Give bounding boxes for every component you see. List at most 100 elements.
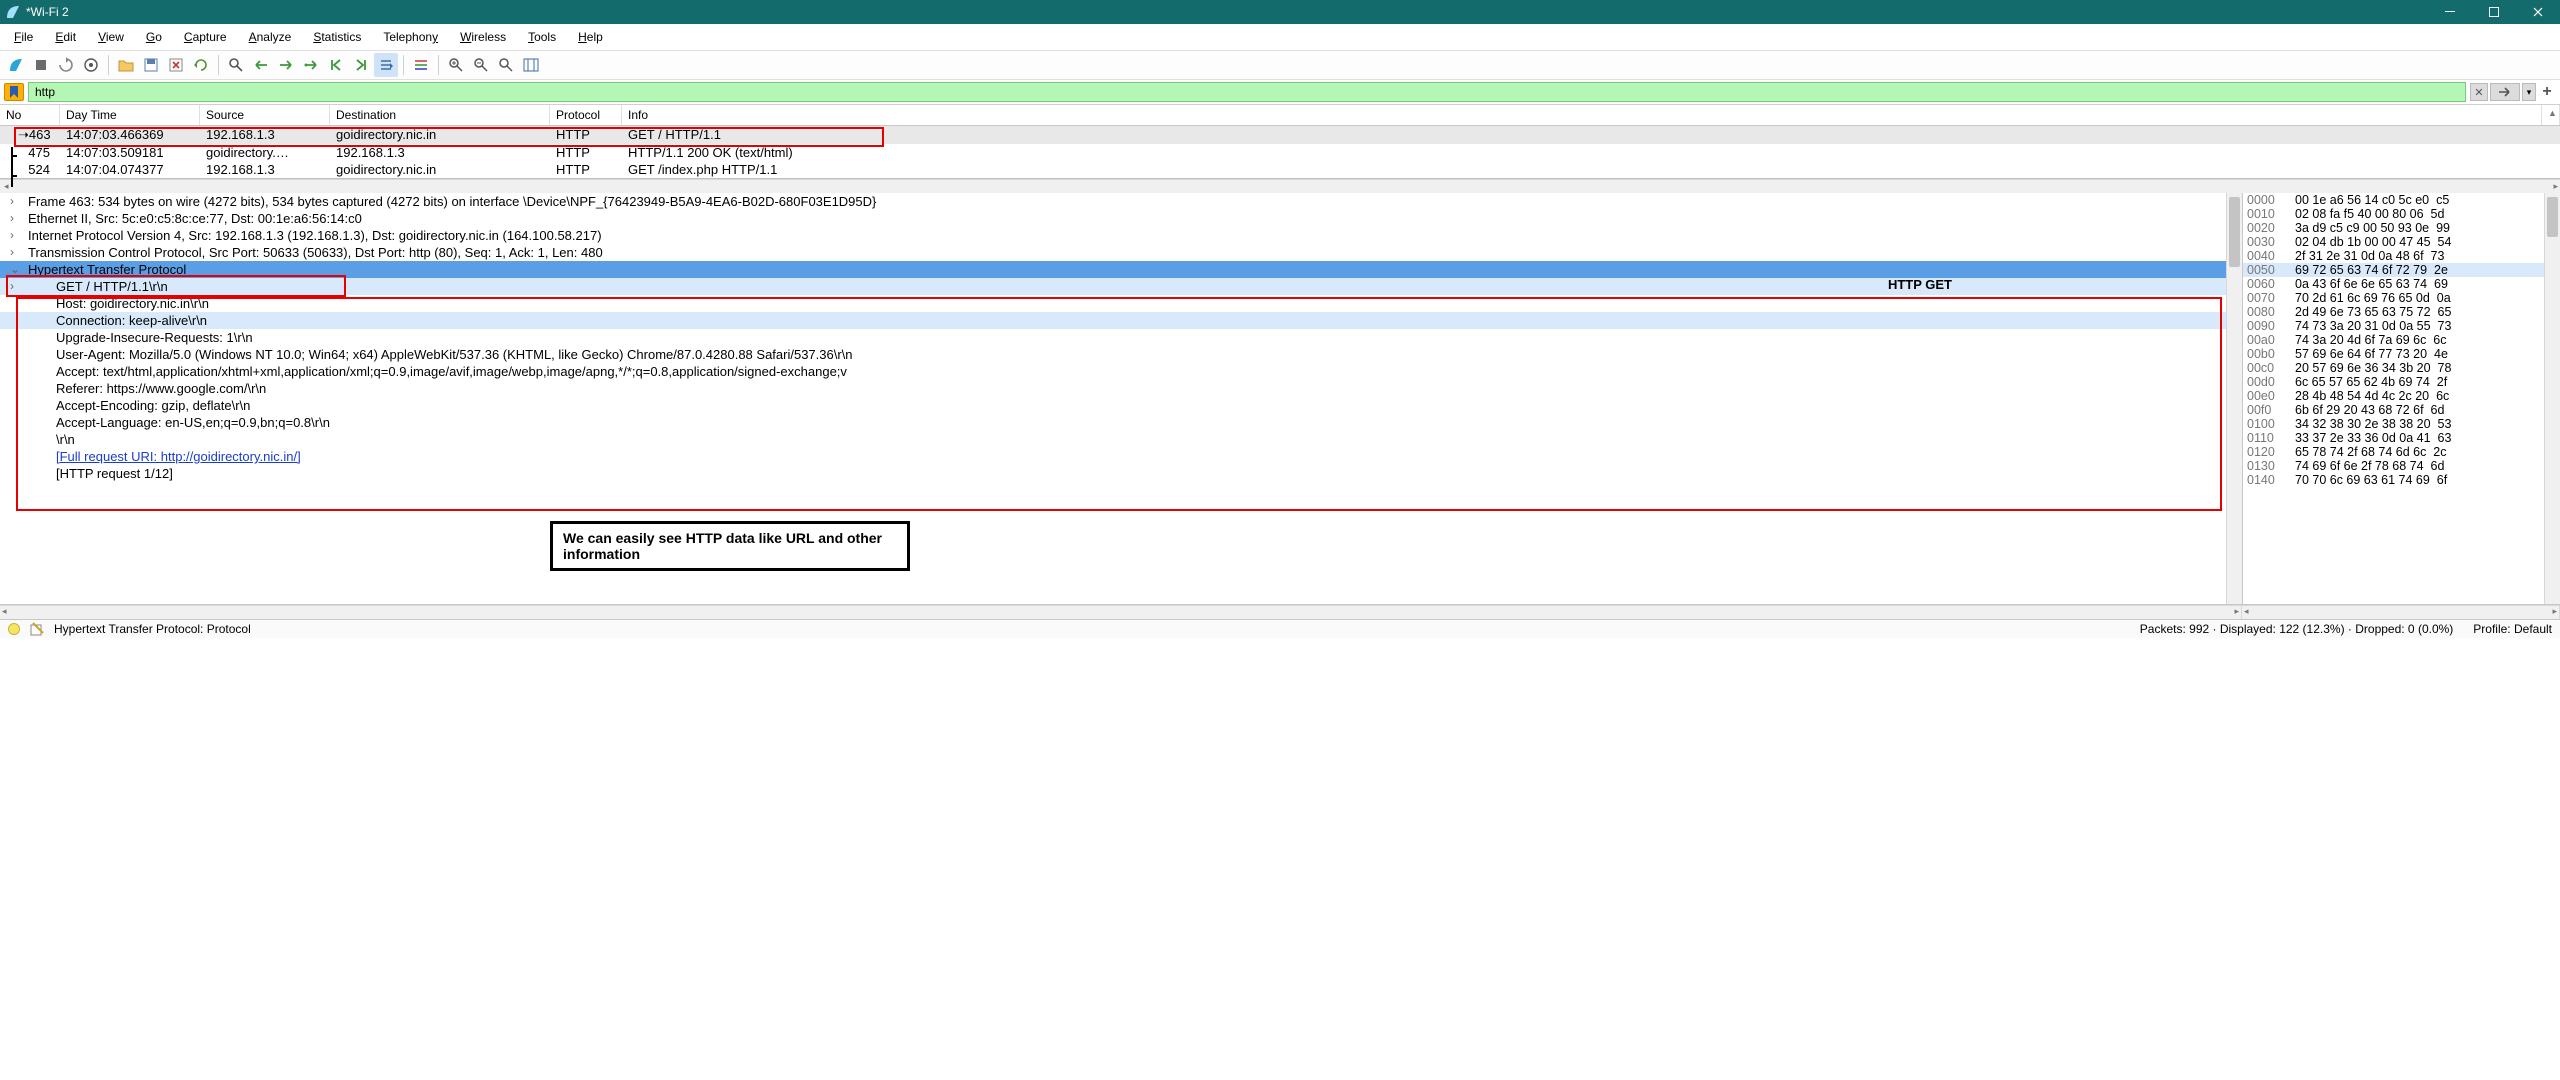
hex-row[interactable]: 014070 70 6c 69 63 61 74 69 6f (2243, 473, 2560, 487)
hex-row[interactable]: 00a074 3a 20 4d 6f 7a 69 6c 6c (2243, 333, 2560, 347)
packet-details-pane[interactable]: Frame 463: 534 bytes on wire (4272 bits)… (0, 193, 2242, 604)
menu-capture[interactable]: Capture (180, 28, 231, 46)
edit-capture-comment-icon[interactable] (30, 622, 44, 636)
tree-http-line[interactable]: User-Agent: Mozilla/5.0 (Windows NT 10.0… (0, 346, 2242, 363)
tree-frame[interactable]: Frame 463: 534 bytes on wire (4272 bits)… (0, 193, 2242, 210)
go-back-icon[interactable] (249, 53, 273, 77)
go-first-icon[interactable] (324, 53, 348, 77)
jump-to-icon[interactable] (299, 53, 323, 77)
tree-tcp[interactable]: Transmission Control Protocol, Src Port:… (0, 244, 2242, 261)
colorize-icon[interactable] (409, 53, 433, 77)
tree-http-line[interactable]: Upgrade-Insecure-Requests: 1\r\n (0, 329, 2242, 346)
close-file-icon[interactable] (164, 53, 188, 77)
minimize-button[interactable] (2428, 0, 2472, 24)
col-no[interactable]: No (0, 105, 60, 125)
expert-info-icon[interactable] (8, 623, 20, 635)
hex-row[interactable]: 00f06b 6f 29 20 43 68 72 6f 6d (2243, 403, 2560, 417)
hex-row[interactable]: 00402f 31 2e 31 0d 0a 48 6f 73 (2243, 249, 2560, 263)
tree-http-line[interactable]: Accept-Encoding: gzip, deflate\r\n (0, 397, 2242, 414)
go-forward-icon[interactable] (274, 53, 298, 77)
start-capture-icon[interactable] (4, 53, 28, 77)
hex-row[interactable]: 00d06c 65 57 65 62 4b 69 74 2f (2243, 375, 2560, 389)
menu-view[interactable]: View (94, 28, 128, 46)
col-info[interactable]: Info (622, 105, 2542, 125)
reload-icon[interactable] (189, 53, 213, 77)
bytes-vscroll[interactable] (2544, 193, 2560, 604)
bottom-hscroll[interactable]: ◂▸ ◂▸ (0, 605, 2560, 619)
menu-telephony[interactable]: Telephony (379, 28, 442, 46)
packet-row[interactable]: 47514:07:03.509181goidirectory.…192.168.… (0, 144, 2560, 161)
tree-http-line[interactable]: Referer: https://www.google.com/\r\n (0, 380, 2242, 397)
menu-wireless[interactable]: Wireless (456, 28, 510, 46)
hex-row[interactable]: 00203a d9 c5 c9 00 50 93 0e 99 (2243, 221, 2560, 235)
hex-row[interactable]: 013074 69 6f 6e 2f 78 68 74 6d (2243, 459, 2560, 473)
tree-http-request-num[interactable]: [HTTP request 1/12] (0, 465, 2242, 482)
menu-go[interactable]: Go (142, 28, 166, 46)
tree-http-full-uri[interactable]: [Full request URI: http://goidirectory.n… (0, 448, 2242, 465)
hex-row[interactable]: 00c020 57 69 6e 36 34 3b 20 78 (2243, 361, 2560, 375)
hex-row[interactable]: 00e028 4b 48 54 4d 4c 2c 20 6c (2243, 389, 2560, 403)
tree-ethernet[interactable]: Ethernet II, Src: 5c:e0:c5:8c:ce:77, Dst… (0, 210, 2242, 227)
stop-capture-icon[interactable] (29, 53, 53, 77)
clear-filter-button[interactable]: ✕ (2470, 83, 2488, 101)
menu-file[interactable]: File (10, 28, 37, 46)
details-vscroll[interactable] (2226, 193, 2242, 604)
zoom-out-icon[interactable] (469, 53, 493, 77)
hex-row[interactable]: 007070 2d 61 6c 69 76 65 0d 0a (2243, 291, 2560, 305)
col-time[interactable]: Day Time (60, 105, 200, 125)
hex-row[interactable]: 00600a 43 6f 6e 6e 65 63 74 69 (2243, 277, 2560, 291)
status-field-info: Hypertext Transfer Protocol: Protocol (54, 622, 251, 636)
packet-list-vscroll-up[interactable]: ▲ (2542, 105, 2560, 125)
restart-capture-icon[interactable] (54, 53, 78, 77)
menu-tools[interactable]: Tools (524, 28, 560, 46)
col-source[interactable]: Source (200, 105, 330, 125)
hex-row[interactable]: 001002 08 fa f5 40 00 80 06 5d (2243, 207, 2560, 221)
col-proto[interactable]: Protocol (550, 105, 622, 125)
display-filter-input[interactable] (28, 82, 2466, 102)
hex-row[interactable]: 011033 37 2e 33 36 0d 0a 41 63 (2243, 431, 2560, 445)
hex-row[interactable]: 000000 1e a6 56 14 c0 5c e0 c5 (2243, 193, 2560, 207)
open-file-icon[interactable] (114, 53, 138, 77)
bookmark-filter-icon[interactable] (4, 83, 24, 101)
tree-http-line[interactable]: Accept-Language: en-US,en;q=0.9,bn;q=0.8… (0, 414, 2242, 431)
menu-statistics[interactable]: Statistics (309, 28, 365, 46)
menu-edit[interactable]: Edit (51, 28, 80, 46)
add-filter-expression-button[interactable]: + (2538, 83, 2556, 101)
filter-history-dropdown[interactable]: ▾ (2522, 83, 2536, 101)
hex-row[interactable]: 00b057 69 6e 64 6f 77 73 20 4e (2243, 347, 2560, 361)
resize-columns-icon[interactable] (519, 53, 543, 77)
capture-options-icon[interactable] (79, 53, 103, 77)
hex-row[interactable]: 009074 73 3a 20 31 0d 0a 55 73 (2243, 319, 2560, 333)
menubar: File Edit View Go Capture Analyze Statis… (0, 24, 2560, 51)
col-dest[interactable]: Destination (330, 105, 550, 125)
menu-help[interactable]: Help (574, 28, 607, 46)
hex-row[interactable]: 00802d 49 6e 73 65 63 75 72 65 (2243, 305, 2560, 319)
close-button[interactable] (2516, 0, 2560, 24)
menu-analyze[interactable]: Analyze (245, 28, 296, 46)
tree-ip[interactable]: Internet Protocol Version 4, Src: 192.16… (0, 227, 2242, 244)
autoscroll-icon[interactable] (374, 53, 398, 77)
status-profile[interactable]: Profile: Default (2473, 622, 2552, 636)
find-packet-icon[interactable] (224, 53, 248, 77)
save-file-icon[interactable] (139, 53, 163, 77)
tree-http[interactable]: Hypertext Transfer Protocol (0, 261, 2242, 278)
tree-http-line[interactable]: \r\n (0, 431, 2242, 448)
packet-row[interactable]: ➝46314:07:03.466369192.168.1.3goidirecto… (0, 126, 2560, 144)
tree-http-line[interactable]: Accept: text/html,application/xhtml+xml,… (0, 363, 2242, 380)
tree-http-line[interactable]: Connection: keep-alive\r\n (0, 312, 2242, 329)
display-filter-bar: ✕ ▾ + (0, 80, 2560, 105)
maximize-button[interactable] (2472, 0, 2516, 24)
hex-row[interactable]: 012065 78 74 2f 68 74 6d 6c 2c (2243, 445, 2560, 459)
packet-list-hscroll[interactable]: ◂ ▸ (0, 179, 2560, 193)
apply-filter-button[interactable] (2490, 83, 2520, 101)
tree-http-line[interactable]: Host: goidirectory.nic.in\r\n (0, 295, 2242, 312)
zoom-in-icon[interactable] (444, 53, 468, 77)
hex-row[interactable]: 005069 72 65 63 74 6f 72 79 2e (2243, 263, 2560, 277)
hex-row[interactable]: 003002 04 db 1b 00 00 47 45 54 (2243, 235, 2560, 249)
go-last-icon[interactable] (349, 53, 373, 77)
hex-row[interactable]: 010034 32 38 30 2e 38 38 20 53 (2243, 417, 2560, 431)
packet-list: No Day Time Source Destination Protocol … (0, 105, 2560, 179)
packet-bytes-pane[interactable]: 000000 1e a6 56 14 c0 5c e0 c5001002 08 … (2242, 193, 2560, 604)
zoom-reset-icon[interactable] (494, 53, 518, 77)
packet-row[interactable]: 52414:07:04.074377192.168.1.3goidirector… (0, 161, 2560, 178)
